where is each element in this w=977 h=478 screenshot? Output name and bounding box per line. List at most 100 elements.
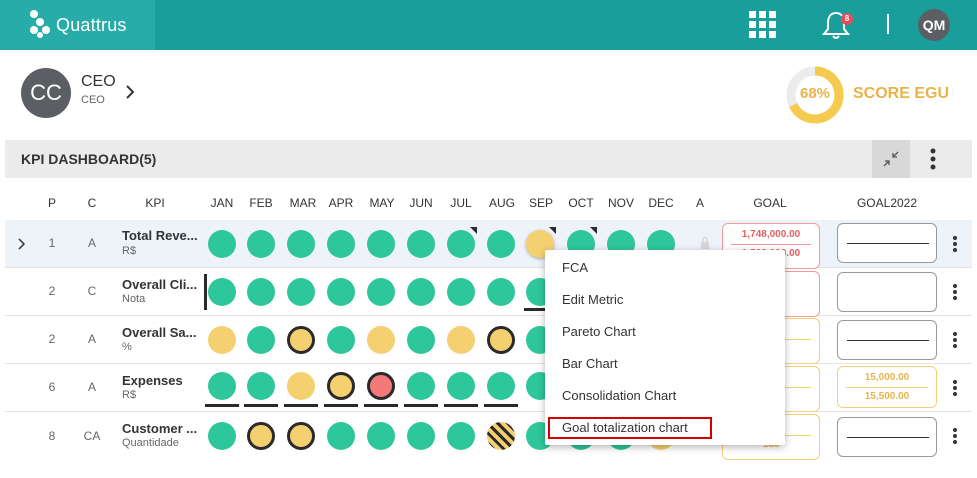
status-dot-feb[interactable] — [247, 422, 275, 450]
goal2022-box[interactable] — [837, 320, 937, 360]
underline-bar — [324, 404, 358, 407]
col-may: MAY — [369, 196, 395, 210]
status-dot-aug[interactable] — [487, 372, 515, 400]
table-row[interactable]: 2 C Overall Cli... Nota — [5, 268, 972, 317]
status-dot-mar[interactable] — [287, 326, 315, 354]
kpi-unit: R$ — [122, 245, 137, 257]
status-dot-jun[interactable] — [407, 326, 435, 354]
status-dot-may[interactable] — [367, 372, 395, 400]
menu-item-bar-chart[interactable]: Bar Chart — [562, 356, 618, 371]
user-avatar-top[interactable]: QM — [918, 9, 950, 41]
kpi-name[interactable]: Customer ... — [122, 421, 202, 436]
col-nov: NOV — [607, 196, 634, 210]
status-dot-may[interactable] — [367, 278, 395, 306]
goal2022-box[interactable] — [837, 417, 937, 457]
kpi-unit: Quantidade — [122, 437, 179, 449]
menu-item-consolidation-chart[interactable]: Consolidation Chart — [562, 388, 676, 403]
status-dot-feb[interactable] — [247, 372, 275, 400]
status-dot-jul[interactable] — [447, 422, 475, 450]
status-dot-aug[interactable] — [487, 326, 515, 354]
table-row[interactable]: 8 CA Customer ... Quantidade 136 — [5, 412, 972, 460]
table-row[interactable]: 6 A Expenses R$ 000 000 15,000.00 15,500… — [5, 364, 972, 412]
goal2022-box[interactable] — [837, 223, 937, 263]
status-dot-jul[interactable] — [447, 372, 475, 400]
status-dot-jan[interactable] — [208, 230, 236, 258]
status-dot-jan[interactable] — [208, 278, 236, 306]
col-aug: AUG — [488, 196, 515, 210]
status-dot-apr[interactable] — [327, 326, 355, 354]
row-priority: 2 — [48, 284, 56, 298]
brand-name: Quattrus — [56, 15, 127, 35]
status-dot-feb[interactable] — [247, 230, 275, 258]
status-dot-mar[interactable] — [287, 372, 315, 400]
underline-bar — [484, 404, 518, 407]
menu-item-fca[interactable]: FCA — [562, 260, 588, 275]
row-priority: 8 — [48, 429, 56, 443]
more-vertical-icon[interactable] — [951, 283, 959, 301]
menu-item-pareto-chart[interactable]: Pareto Chart — [562, 324, 636, 339]
status-dot-aug[interactable] — [487, 422, 515, 450]
underline-bar — [364, 404, 398, 407]
menu-item-edit-metric[interactable]: Edit Metric — [562, 292, 623, 307]
row-class: C — [87, 284, 97, 298]
status-dot-jan[interactable] — [208, 422, 236, 450]
collapse-button[interactable] — [872, 140, 910, 178]
status-dot-jun[interactable] — [407, 230, 435, 258]
more-vertical-icon[interactable] — [951, 235, 959, 253]
status-dot-aug[interactable] — [487, 230, 515, 258]
underline-bar — [444, 404, 478, 407]
logo[interactable]: Quattrus — [0, 0, 155, 50]
dashboard-header: KPI DASHBOARD(5) — [5, 140, 972, 178]
col-goal: GOAL — [753, 196, 787, 210]
more-vertical-icon[interactable] — [951, 379, 959, 397]
notification-badge: 8 — [841, 13, 853, 25]
status-dot-jul[interactable] — [447, 326, 475, 354]
status-dot-apr[interactable] — [327, 422, 355, 450]
status-dot-may[interactable] — [367, 326, 395, 354]
status-dot-jul[interactable] — [447, 278, 475, 306]
kpi-name[interactable]: Total Reve... — [122, 228, 202, 243]
status-dot-feb[interactable] — [247, 326, 275, 354]
chevron-right-icon[interactable] — [125, 85, 135, 99]
user-role: CEO — [81, 94, 105, 106]
status-dot-apr[interactable] — [327, 278, 355, 306]
row-class: CA — [83, 429, 101, 443]
avatar[interactable]: CC — [21, 68, 71, 118]
more-vertical-icon[interactable] — [951, 331, 959, 349]
table-row[interactable]: 1 A Total Reve... R$ 1,748,000.00 1,500,… — [5, 220, 972, 269]
kpi-name[interactable]: Expenses — [122, 373, 202, 388]
status-dot-apr[interactable] — [327, 372, 355, 400]
logo-icon — [30, 10, 50, 38]
chevron-right-icon[interactable] — [17, 238, 27, 250]
status-dot-mar[interactable] — [287, 230, 315, 258]
status-dot-mar[interactable] — [287, 278, 315, 306]
col-feb: FEB — [249, 196, 273, 210]
kpi-name[interactable]: Overall Sa... — [122, 325, 202, 340]
score-percent: 68% — [799, 85, 831, 102]
more-vertical-icon[interactable] — [925, 147, 941, 171]
status-dot-jan[interactable] — [208, 326, 236, 354]
goal2022-box[interactable]: 15,000.00 15,500.00 — [837, 366, 937, 408]
underline-bar — [284, 404, 318, 407]
status-dot-may[interactable] — [367, 230, 395, 258]
status-dot-jul[interactable] — [447, 230, 475, 258]
status-dot-may[interactable] — [367, 422, 395, 450]
more-vertical-icon[interactable] — [951, 427, 959, 445]
apps-grid-icon[interactable] — [749, 11, 777, 39]
table-row[interactable]: 2 A Overall Sa... % 0 7 — [5, 316, 972, 364]
status-dot-jan[interactable] — [208, 372, 236, 400]
status-dot-jun[interactable] — [407, 372, 435, 400]
menu-item-goal-totalization-chart[interactable]: Goal totalization chart — [562, 420, 688, 435]
status-dot-jun[interactable] — [407, 278, 435, 306]
col-apr: APR — [328, 196, 354, 210]
status-dot-apr[interactable] — [327, 230, 355, 258]
goal2022-box[interactable] — [837, 272, 937, 312]
kpi-unit: R$ — [122, 389, 137, 401]
dashboard-title: KPI DASHBOARD(5) — [21, 151, 157, 167]
status-dot-jun[interactable] — [407, 422, 435, 450]
status-dot-aug[interactable] — [487, 278, 515, 306]
kpi-name[interactable]: Overall Cli... — [122, 277, 202, 292]
status-dot-mar[interactable] — [287, 422, 315, 450]
status-dot-feb[interactable] — [247, 278, 275, 306]
col-goal2022: GOAL2022 — [856, 196, 918, 210]
